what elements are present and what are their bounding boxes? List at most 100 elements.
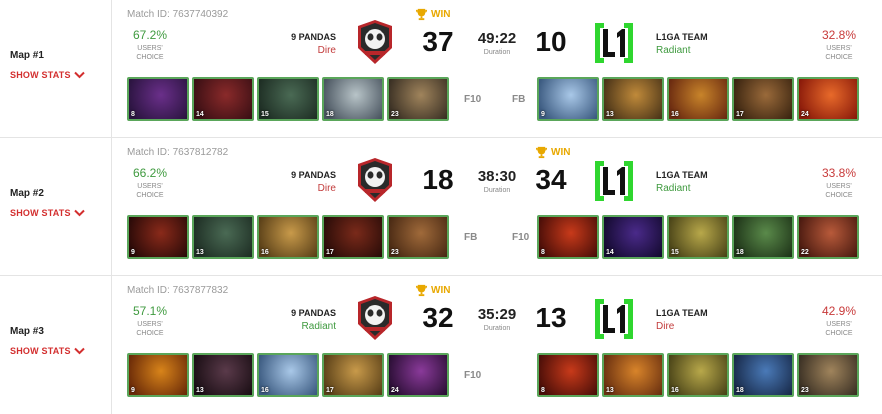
left-score: 32 [422, 302, 454, 333]
left-team-name[interactable]: 9 PANDAS [291, 32, 336, 42]
left-team-name[interactable]: 9 PANDAS [291, 308, 336, 318]
right-hero-portrait[interactable]: 8 [537, 215, 599, 259]
left-users-choice-pct: 67.2% [132, 28, 168, 42]
map-title: Map #1 [10, 50, 44, 61]
right-team-side: Radiant [656, 45, 691, 56]
left-hero-lineup: 8 14 15 18 23 [127, 77, 449, 121]
win-label: WIN [431, 285, 451, 296]
right-hero-lineup: 9 13 16 17 24 [537, 77, 859, 121]
l1ga-team-logo[interactable] [592, 158, 636, 204]
right-hero-portrait[interactable]: 16 [667, 77, 729, 121]
left-hero-portrait[interactable]: 9 [127, 215, 189, 259]
right-score: 34 [535, 164, 567, 195]
hero-level: 13 [196, 249, 204, 256]
right-hero-portrait[interactable]: 24 [797, 77, 859, 121]
left-hero-portrait[interactable]: 8 [127, 77, 189, 121]
nine-pandas-logo[interactable] [355, 294, 395, 342]
right-users-choice-label: USERS' CHOICE [825, 45, 853, 61]
right-hero-portrait[interactable]: 9 [537, 77, 599, 121]
hero-level: 18 [326, 111, 334, 118]
right-hero-portrait[interactable]: 17 [732, 77, 794, 121]
left-hero-portrait[interactable]: 24 [387, 353, 449, 397]
hero-level: 16 [671, 111, 679, 118]
chevron-down-icon [73, 347, 85, 355]
show-stats-label: SHOW STATS [10, 346, 71, 356]
left-hero-portrait[interactable]: 15 [257, 77, 319, 121]
right-hero-portrait[interactable]: 15 [667, 215, 729, 259]
hero-level: 14 [606, 249, 614, 256]
left-team-side: Dire [317, 45, 336, 56]
left-hero-portrait[interactable]: 16 [257, 215, 319, 259]
l1ga-team-logo[interactable] [592, 296, 636, 342]
right-hero-portrait[interactable]: 13 [602, 353, 664, 397]
left-hero-portrait[interactable]: 17 [322, 353, 384, 397]
hero-level: 24 [801, 111, 809, 118]
hero-level: 15 [261, 111, 269, 118]
right-hero-portrait[interactable]: 22 [797, 215, 859, 259]
left-objective-tag: FB [464, 232, 478, 243]
right-objective-tag: FB [512, 94, 526, 105]
left-objective-tag: F10 [464, 370, 482, 381]
map-sidebar: Map #2 SHOW STATS [0, 138, 112, 275]
map-title: Map #2 [10, 188, 44, 199]
match-maps-list: Map #1 SHOW STATS Match ID: 7637740392 6… [0, 0, 882, 414]
left-team-side: Dire [317, 183, 336, 194]
win-badge: WIN [415, 8, 450, 21]
left-score: 18 [422, 164, 454, 195]
trophy-icon [415, 284, 428, 297]
left-team-name[interactable]: 9 PANDAS [291, 170, 336, 180]
map-sidebar: Map #1 SHOW STATS [0, 0, 112, 137]
match-id: Match ID: 7637812782 [127, 147, 229, 158]
right-team-name[interactable]: L1GA TEAM [656, 308, 708, 318]
right-users-choice-pct: 32.8% [821, 28, 857, 42]
left-hero-portrait[interactable]: 14 [192, 77, 254, 121]
hero-level: 9 [131, 387, 135, 394]
match-duration: 38:30 [477, 168, 517, 185]
left-hero-portrait[interactable]: 13 [192, 215, 254, 259]
left-hero-portrait[interactable]: 23 [387, 215, 449, 259]
right-users-choice-pct: 42.9% [821, 304, 857, 318]
show-stats-button[interactable]: SHOW STATS [10, 208, 85, 218]
left-hero-portrait[interactable]: 17 [322, 215, 384, 259]
right-hero-portrait[interactable]: 18 [732, 353, 794, 397]
trophy-icon [535, 146, 548, 159]
left-hero-portrait[interactable]: 18 [322, 77, 384, 121]
right-hero-portrait[interactable]: 14 [602, 215, 664, 259]
left-hero-portrait[interactable]: 23 [387, 77, 449, 121]
win-badge: WIN [415, 284, 450, 297]
left-hero-portrait[interactable]: 13 [192, 353, 254, 397]
nine-pandas-logo[interactable] [355, 156, 395, 204]
l1ga-team-logo[interactable] [592, 20, 636, 66]
right-hero-portrait[interactable]: 13 [602, 77, 664, 121]
right-hero-portrait[interactable]: 16 [667, 353, 729, 397]
left-hero-portrait[interactable]: 9 [127, 353, 189, 397]
right-score: 10 [535, 26, 567, 57]
win-label: WIN [431, 9, 451, 20]
left-hero-lineup: 9 13 16 17 23 [127, 215, 449, 259]
left-hero-portrait[interactable]: 16 [257, 353, 319, 397]
right-hero-portrait[interactable]: 8 [537, 353, 599, 397]
hero-level: 14 [196, 111, 204, 118]
hero-level: 8 [541, 387, 545, 394]
duration-label: Duration [483, 325, 511, 332]
right-score: 13 [535, 302, 567, 333]
show-stats-button[interactable]: SHOW STATS [10, 346, 85, 356]
right-team-side: Dire [656, 321, 675, 332]
left-hero-lineup: 9 13 16 17 24 [127, 353, 449, 397]
match-id: Match ID: 7637740392 [127, 9, 229, 20]
right-team-name[interactable]: L1GA TEAM [656, 32, 708, 42]
hero-level: 16 [261, 387, 269, 394]
chevron-down-icon [73, 209, 85, 217]
hero-level: 9 [541, 111, 545, 118]
show-stats-button[interactable]: SHOW STATS [10, 70, 85, 80]
right-hero-portrait[interactable]: 23 [797, 353, 859, 397]
hero-level: 17 [326, 249, 334, 256]
chevron-down-icon [73, 71, 85, 79]
left-users-choice-pct: 57.1% [132, 304, 168, 318]
map-sidebar: Map #3 SHOW STATS [0, 276, 112, 414]
right-hero-portrait[interactable]: 18 [732, 215, 794, 259]
right-team-name[interactable]: L1GA TEAM [656, 170, 708, 180]
hero-level: 13 [606, 111, 614, 118]
hero-level: 18 [736, 387, 744, 394]
nine-pandas-logo[interactable] [355, 18, 395, 66]
